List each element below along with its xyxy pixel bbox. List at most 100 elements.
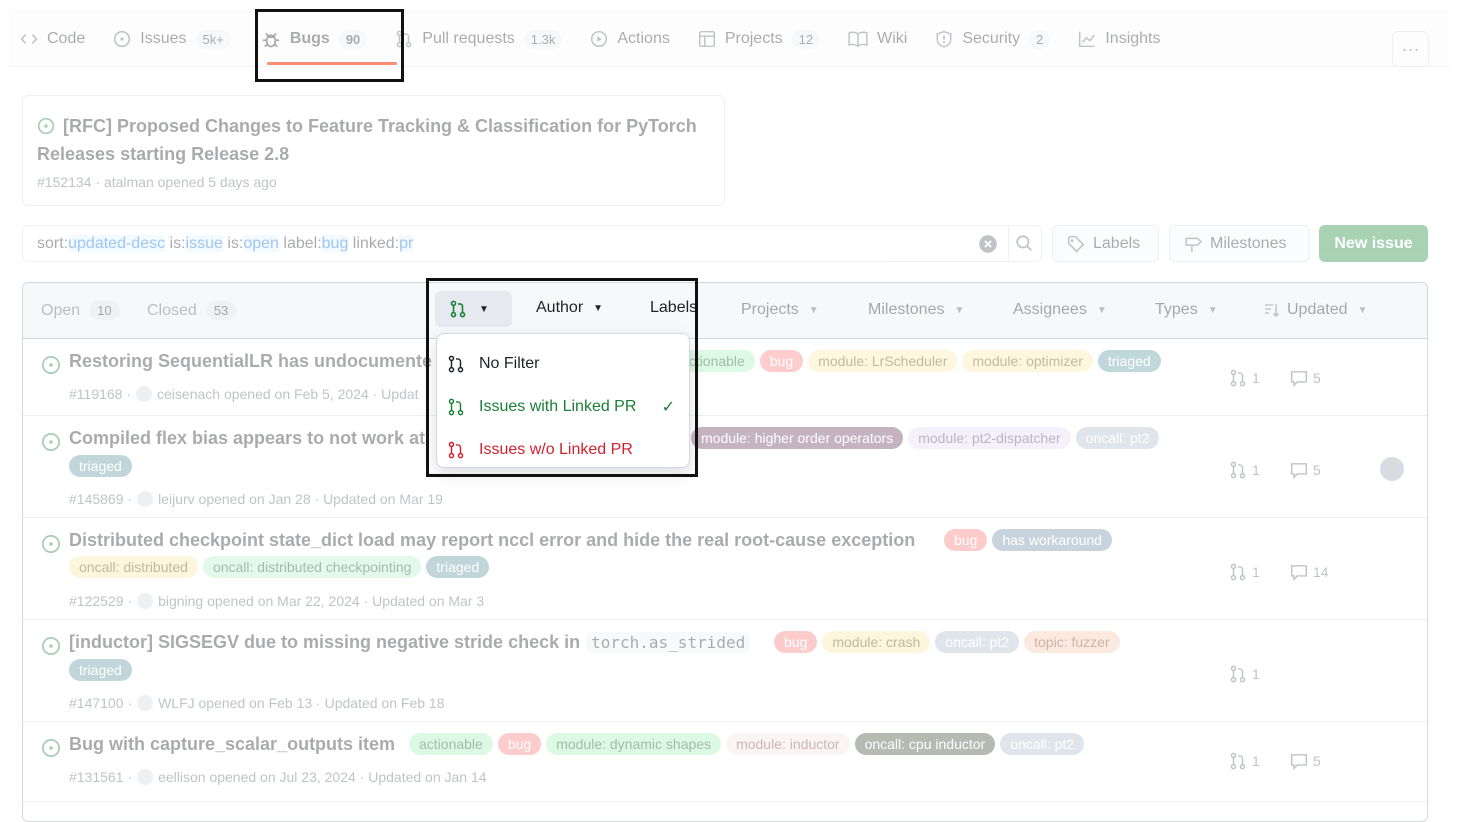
issue-label[interactable]: bug [497,733,542,755]
issue-search-bar[interactable]: sort:updated-desc is:issue is:open label… [22,225,1042,262]
issue-label[interactable]: oncall: distributed checkpointing [202,556,422,578]
avatar [136,386,153,402]
git-pull-request-icon [1229,369,1247,387]
comment-count[interactable]: 5 [1290,461,1321,479]
issue-labels: bug module: crash oncall: pt2 topic: fuzzer [774,631,1120,653]
issue-author[interactable]: leijurv [158,491,195,507]
issue-labels-second-line: triaged [69,659,132,681]
issue-label[interactable]: actionable [409,733,493,755]
tab-code[interactable]: Code [20,26,85,52]
projects-filter[interactable]: Projects ▼ [741,301,819,319]
tab-projects[interactable]: Projects 12 [698,26,821,52]
tab-issues[interactable]: Issues 5k+ [113,26,231,52]
more-options-button[interactable]: ··· [1392,31,1429,67]
issue-label[interactable]: oncall: pt2 [1075,427,1160,449]
issue-title[interactable]: Bug with capture_scalar_outputs item [69,734,395,755]
issue-labels: module: higher order operators module: pt… [691,427,1160,449]
tab-actions[interactable]: Actions [590,26,670,52]
issue-title-text: Compiled flex bias appears to not work a… [69,428,426,448]
issue-label[interactable]: module: crash [822,631,931,653]
tab-count: 2 [1029,29,1051,49]
milestones-button[interactable]: Milestones [1169,225,1310,262]
tab-count: 5k+ [195,29,231,49]
issue-label[interactable]: triaged [426,556,490,578]
issue-title[interactable]: Restoring SequentialLR has undocumente [69,351,432,372]
issue-label[interactable]: has workaround [992,529,1112,551]
assignees-filter[interactable]: Assignees ▼ [1013,301,1107,319]
issue-label[interactable]: oncall: distributed [69,556,198,578]
issue-author[interactable]: eellison [158,769,205,785]
linked-pr-count[interactable]: 1 [1229,369,1260,387]
open-count: 10 [89,301,120,320]
issue-row[interactable]: [inductor] SIGSEGV due to missing negati… [23,620,1427,722]
linked-pr-count[interactable]: 1 [1229,461,1260,479]
chevron-down-icon: ▼ [1357,304,1368,316]
linked-pr-count[interactable]: 1 [1229,752,1260,770]
issue-label[interactable]: oncall: cpu inductor [854,733,996,755]
git-pull-request-icon [1229,461,1247,479]
tab-security[interactable]: Security 2 [935,26,1051,52]
issue-title[interactable]: [inductor] SIGSEGV due to missing negati… [69,632,751,653]
tab-insights[interactable]: Insights [1078,26,1161,52]
issue-dates: opened on Feb 5, 2024 · Updat [223,386,419,402]
issue-label[interactable]: topic: fuzzer [1024,631,1120,653]
issue-label[interactable]: module: inductor [726,733,850,755]
pinned-issue-title[interactable]: [RFC] Proposed Changes to Feature Tracki… [37,112,710,168]
issue-label[interactable]: triaged [69,455,132,477]
sort-updated-filter[interactable]: Updated ▼ [1263,301,1367,319]
issue-label[interactable]: module: optimizer [962,350,1093,372]
pinned-issue-card[interactable]: [RFC] Proposed Changes to Feature Tracki… [22,95,725,206]
milestones-filter[interactable]: Milestones ▼ [868,301,964,319]
open-issues-tab[interactable]: Open 10 [41,301,120,320]
search-input[interactable]: sort:updated-desc is:issue is:open label… [37,235,414,253]
shield-icon [935,30,953,48]
issue-row[interactable]: Distributed checkpoint state_dict load m… [23,518,1427,620]
issue-author[interactable]: WLFJ [158,695,195,711]
issue-label[interactable]: module: dynamic shapes [546,733,722,755]
pr-count-value: 1 [1252,666,1260,682]
issue-row[interactable]: Restoring SequentialLR has undocumente ac… [23,339,1427,416]
issue-open-icon [113,30,131,48]
labels-button-label: Labels [1093,234,1141,252]
comment-count[interactable]: 5 [1290,752,1321,770]
issue-label[interactable]: oncall: pt2 [935,631,1020,653]
comment-icon [1290,461,1308,479]
issue-label[interactable]: oncall: pt2 [1000,733,1085,755]
issue-label[interactable]: bug [944,529,988,551]
issue-labels-second-line: triaged [69,455,132,477]
issue-row[interactable]: Compiled flex bias appears to not work a… [23,416,1427,518]
issue-row[interactable]: Bug with capture_scalar_outputs item acti… [23,722,1427,802]
clear-search-icon[interactable] [978,234,998,254]
issue-title[interactable]: Distributed checkpoint state_dict load m… [69,530,915,551]
types-filter[interactable]: Types ▼ [1155,301,1218,319]
issue-label[interactable]: triaged [69,659,132,681]
issue-label[interactable]: module: LrScheduler [808,350,958,372]
sort-desc-icon [1263,302,1281,318]
new-issue-button[interactable]: New issue [1319,225,1428,262]
issue-author[interactable]: ceisenach [157,386,220,402]
search-icon[interactable] [1015,234,1033,252]
tab-label: Actions [617,30,670,47]
issue-label[interactable]: bug [759,350,804,372]
issue-title[interactable]: Compiled flex bias appears to not work a… [69,428,425,449]
assignee-avatar[interactable] [1380,457,1404,481]
comment-count[interactable]: 14 [1290,563,1329,581]
closed-issues-tab[interactable]: Closed 53 [147,301,237,320]
issue-label[interactable]: module: higher order operators [691,427,904,449]
issue-number: #122529 · [69,593,133,609]
issue-label[interactable]: bug [774,631,818,653]
issue-number: #145869 · [69,491,133,507]
tab-pull-requests[interactable]: Pull requests 1.3k [395,26,563,52]
issue-author[interactable]: bigning [158,593,203,609]
linked-pr-count[interactable]: 1 [1229,665,1260,683]
labels-button[interactable]: Labels [1052,225,1159,262]
comment-count[interactable]: 5 [1290,369,1321,387]
tab-wiki[interactable]: Wiki [848,26,907,52]
linked-pr-count[interactable]: 1 [1229,563,1260,581]
issue-label[interactable]: module: pt2-dispatcher [908,427,1071,449]
issue-label[interactable]: triaged [1097,350,1161,372]
avatar [137,769,154,785]
tab-label: Security [962,30,1021,47]
issue-title-text: Restoring SequentialLR has undocumente [69,351,433,371]
comment-count-value: 14 [1313,564,1329,580]
